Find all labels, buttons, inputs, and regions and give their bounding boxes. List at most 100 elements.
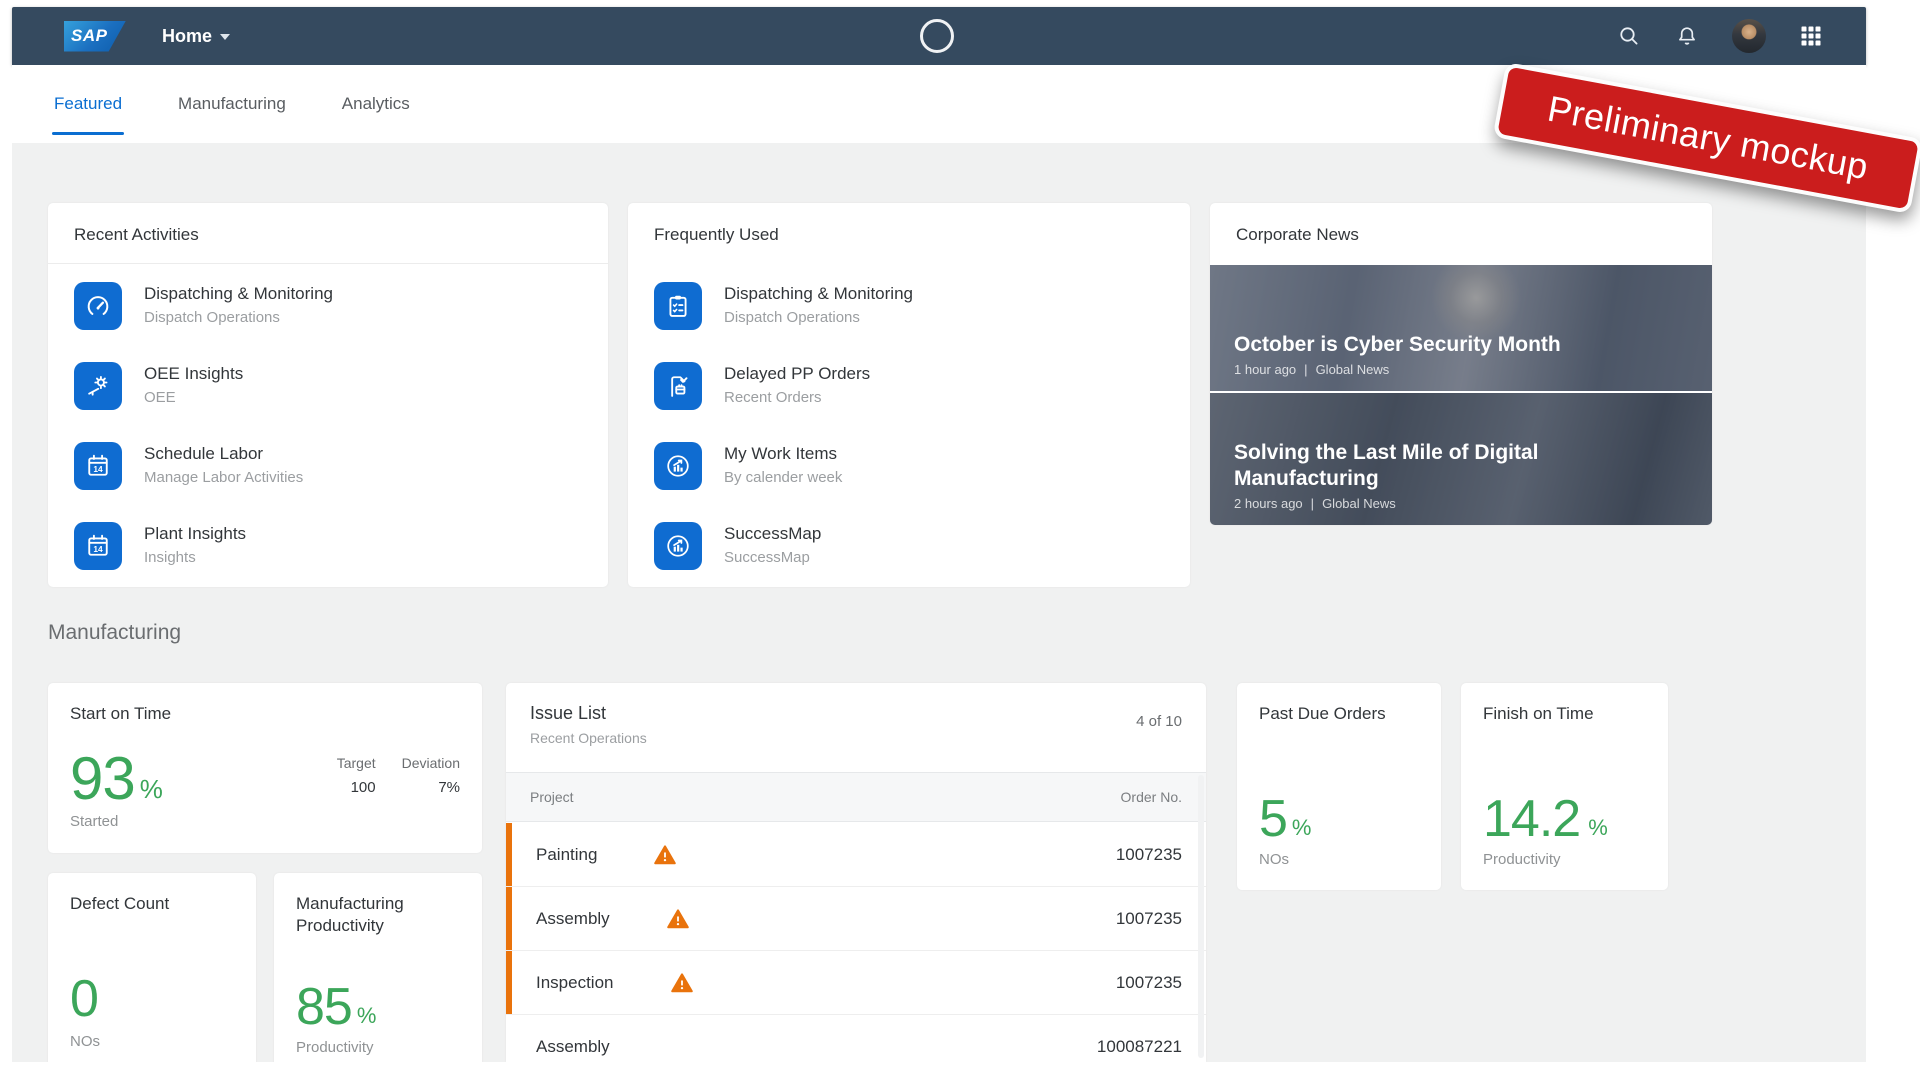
kpi-unit (98, 1021, 103, 1025)
kpi-value: 5 (1259, 793, 1287, 845)
item-subtitle: Manage Labor Activities (144, 469, 303, 486)
item-title: My Work Items (724, 444, 842, 464)
home-menu-label: Home (162, 26, 212, 47)
start-on-time-tile[interactable]: Start on Time 93 % Started Target 100 De… (48, 683, 482, 853)
news-separator: | (1311, 496, 1314, 511)
order-cell: 1007235 (1116, 845, 1182, 865)
app-launcher-grid-icon[interactable] (1798, 23, 1824, 49)
news-source: Global News (1322, 496, 1396, 511)
kpi-title: Manufacturing Productivity (274, 873, 454, 937)
shell-center-ring-icon (920, 19, 954, 53)
manufacturing-productivity-tile[interactable]: Manufacturing Productivity 85 % Producti… (274, 873, 482, 1062)
item-title: Delayed PP Orders (724, 364, 870, 384)
kpi-unit: % (1580, 815, 1608, 845)
order-cell: 100087221 (1097, 1037, 1182, 1057)
news-separator: | (1304, 362, 1307, 377)
project-cell: Inspection (536, 973, 614, 993)
item-subtitle: OEE (144, 389, 243, 406)
past-due-orders-tile[interactable]: Past Due Orders 5 % NOs (1237, 683, 1441, 890)
news-item[interactable]: Solving the Last Mile of Digital Manufac… (1210, 393, 1712, 525)
news-headline: Solving the Last Mile of Digital Manufac… (1234, 440, 1594, 493)
kpi-caption: NOs (1259, 851, 1289, 868)
content-area: Recent Activities Dispatching & Monitori… (12, 143, 1866, 1062)
document-check-icon (654, 362, 702, 410)
issue-table-row[interactable]: Assembly 1007235 (506, 887, 1206, 951)
issue-table-row[interactable]: Inspection 1007235 (506, 951, 1206, 1015)
item-subtitle: Recent Orders (724, 389, 870, 406)
home-menu-button[interactable]: Home (162, 26, 230, 47)
kpi-caption: Productivity (1483, 851, 1561, 868)
item-subtitle: Dispatch Operations (144, 309, 333, 326)
frequently-used-card: Frequently Used Dispatching & Monitoring (628, 203, 1190, 587)
deviation-label: Deviation (402, 755, 460, 771)
kpi-caption: Started (70, 813, 118, 830)
news-headline: October is Cyber Security Month (1234, 332, 1688, 358)
sap-logo-text: SAP (71, 26, 107, 46)
item-title: Dispatching & Monitoring (724, 284, 913, 304)
news-item[interactable]: October is Cyber Security Month 1 hour a… (1210, 265, 1712, 391)
svg-text:14: 14 (93, 464, 103, 474)
news-time: 1 hour ago (1234, 362, 1296, 377)
corporate-news-card: Corporate News October is Cyber Security… (1210, 203, 1712, 525)
frequently-used-title: Frequently Used (628, 203, 1190, 263)
item-subtitle: By calender week (724, 469, 842, 486)
recent-activity-item[interactable]: Dispatching & Monitoring Dispatch Operat… (74, 282, 582, 330)
kpi-unit: % (1287, 815, 1312, 845)
issue-list-subtitle: Recent Operations (530, 730, 1182, 746)
recent-activities-title: Recent Activities (48, 203, 608, 263)
search-icon[interactable] (1616, 23, 1642, 49)
issue-table-row[interactable]: Assembly 100087221 (506, 1015, 1206, 1062)
user-avatar[interactable] (1732, 19, 1766, 53)
recent-activities-card: Recent Activities Dispatching & Monitori… (48, 203, 608, 587)
defect-count-tile[interactable]: Defect Count 0 NOs (48, 873, 256, 1062)
project-cell: Assembly (536, 909, 610, 929)
frequently-used-item[interactable]: Dispatching & Monitoring Dispatch Operat… (654, 282, 1164, 330)
kpi-value: 85 (296, 981, 352, 1033)
item-subtitle: SuccessMap (724, 549, 821, 566)
frequently-used-item[interactable]: Delayed PP Orders Recent Orders (654, 362, 1164, 410)
target-value: 100 (337, 779, 376, 796)
tab-analytics[interactable]: Analytics (340, 68, 412, 140)
scrollbar[interactable] (1198, 775, 1204, 1058)
warning-icon (670, 971, 694, 995)
issue-table-row[interactable]: Painting 1007235 (506, 823, 1206, 887)
project-cell: Assembly (536, 1037, 610, 1057)
frequently-used-item[interactable]: My Work Items By calender week (654, 442, 1164, 490)
issue-list-counter: 4 of 10 (1136, 713, 1182, 730)
frequently-used-item[interactable]: SuccessMap SuccessMap (654, 522, 1164, 570)
news-time: 2 hours ago (1234, 496, 1303, 511)
column-order-no: Order No. (1121, 789, 1182, 805)
chevron-down-icon (220, 34, 230, 40)
issue-list-card: Issue List Recent Operations 4 of 10 Pro… (506, 683, 1206, 1062)
finish-on-time-tile[interactable]: Finish on Time 14.2 % Productivity (1461, 683, 1668, 890)
kpi-unit: % (352, 1003, 377, 1033)
section-title-manufacturing: Manufacturing (48, 621, 181, 645)
calendar-icon: 14 (74, 522, 122, 570)
notifications-bell-icon[interactable] (1674, 23, 1700, 49)
tab-featured[interactable]: Featured (52, 68, 124, 140)
card-divider (48, 263, 608, 264)
clipboard-icon (654, 282, 702, 330)
application-frame: SAP Home (12, 7, 1866, 1062)
warning-icon (666, 907, 690, 931)
warning-icon (653, 843, 677, 867)
recent-activity-item[interactable]: 14 Schedule Labor Manage Labor Activitie… (74, 442, 582, 490)
item-subtitle: Insights (144, 549, 246, 566)
calendar-icon: 14 (74, 442, 122, 490)
kpi-value: 14.2 (1483, 793, 1580, 845)
column-project: Project (530, 789, 574, 805)
sun-machine-icon (74, 362, 122, 410)
item-title: OEE Insights (144, 364, 243, 384)
issue-list-title: Issue List (530, 703, 1182, 724)
kpi-value: 93 (70, 749, 135, 809)
tab-manufacturing[interactable]: Manufacturing (176, 68, 288, 140)
recent-activity-item[interactable]: OEE Insights OEE (74, 362, 582, 410)
kpi-value: 0 (70, 973, 98, 1025)
target-label: Target (337, 755, 376, 771)
issue-table-header: Project Order No. (506, 772, 1206, 822)
recent-activity-item[interactable]: 14 Plant Insights Insights (74, 522, 582, 570)
order-cell: 1007235 (1116, 973, 1182, 993)
kpi-caption: NOs (70, 1033, 100, 1050)
sap-logo[interactable]: SAP (64, 21, 126, 52)
svg-text:14: 14 (93, 544, 103, 554)
